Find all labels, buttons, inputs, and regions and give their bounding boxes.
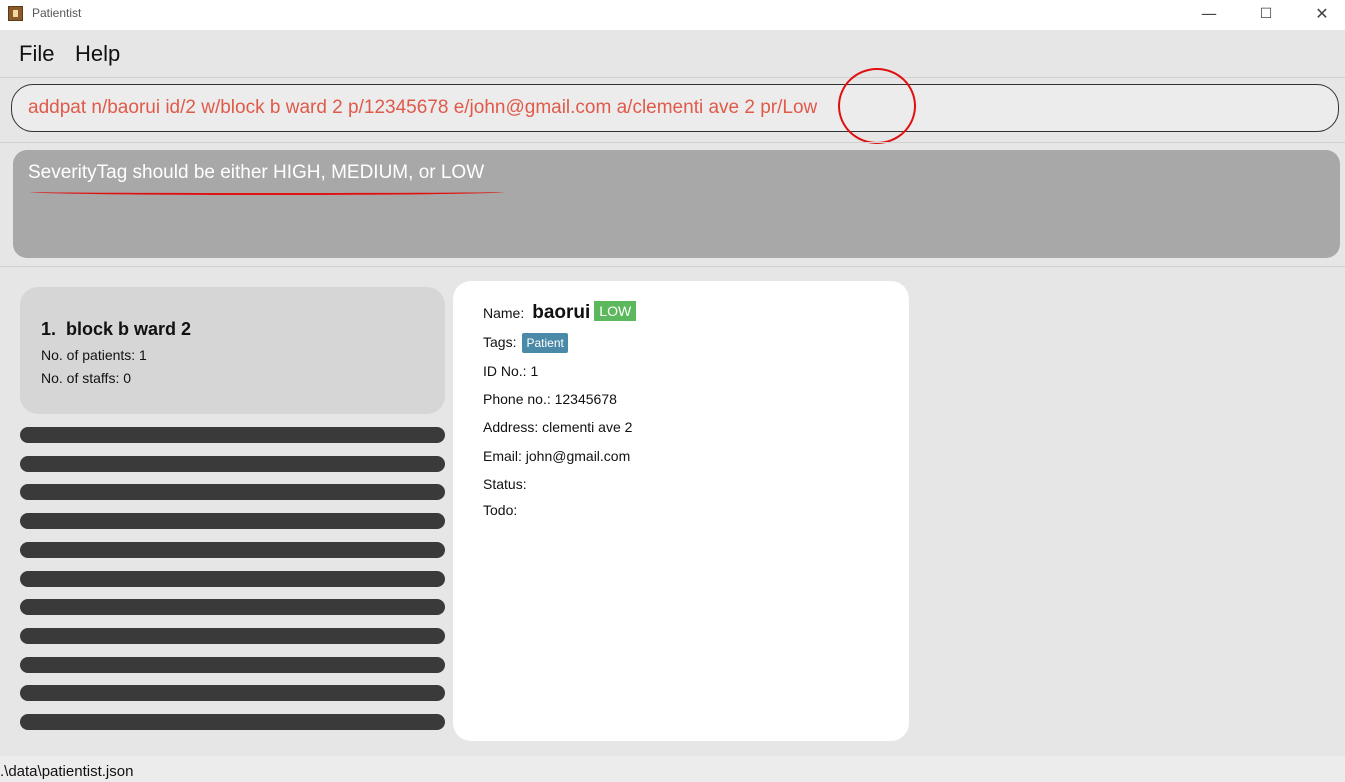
address-field: Address: clementi ave 2	[483, 419, 633, 435]
title-bar: Patientist — ☐ ✕	[0, 0, 1345, 30]
annotation-underline	[30, 189, 504, 195]
ward-card[interactable]: 1. block b ward 2 No. of patients: 1 No.…	[20, 287, 445, 414]
menu-bar: File Help	[0, 30, 1345, 78]
severity-badge: LOW	[594, 301, 637, 321]
list-placeholder-bar	[20, 628, 445, 644]
name-row: Name: baorui LOW	[483, 301, 637, 324]
list-placeholder-bar	[20, 571, 445, 587]
result-display: SeverityTag should be either HIGH, MEDIU…	[13, 150, 1340, 258]
save-file-path: .\data\patientist.json	[0, 763, 134, 780]
name-label: Name:	[483, 305, 525, 321]
ward-index: 1.	[41, 319, 57, 339]
annotation-circle	[838, 68, 916, 144]
command-text: addpat n/baorui id/2 w/block b ward 2 p/…	[28, 97, 818, 118]
ward-patients-count: No. of patients: 1	[41, 347, 147, 363]
list-placeholder-bar	[20, 427, 445, 443]
ward-staffs-count: No. of staffs: 0	[41, 370, 132, 386]
name-value: baorui	[532, 302, 591, 323]
app-icon	[8, 6, 23, 21]
list-placeholder-bar	[20, 714, 445, 730]
id-field: ID No.: 1	[483, 363, 539, 379]
ward-name: block b ward 2	[66, 319, 192, 339]
tags-label: Tags:	[483, 334, 517, 350]
list-placeholder-bar	[20, 456, 445, 472]
tags-row: Tags: Patient	[483, 333, 568, 353]
list-placeholder-bar	[20, 685, 445, 701]
email-field: Email: john@gmail.com	[483, 448, 631, 464]
command-divider	[0, 142, 1345, 143]
tag-badge: Patient	[522, 333, 568, 353]
list-placeholder-bar	[20, 599, 445, 615]
list-placeholder-bar	[20, 542, 445, 558]
status-field: Status:	[483, 476, 527, 492]
close-button[interactable]: ✕	[1299, 0, 1345, 30]
menu-divider	[0, 77, 1345, 78]
ward-title: 1. block b ward 2	[41, 319, 191, 340]
maximize-button[interactable]: ☐	[1243, 0, 1289, 30]
list-placeholder-bar	[20, 484, 445, 500]
command-input[interactable]: addpat n/baorui id/2 w/block b ward 2 p/…	[11, 84, 1339, 132]
minimize-button[interactable]: —	[1186, 0, 1232, 30]
menu-help[interactable]: Help	[75, 41, 120, 67]
window-title: Patientist	[32, 6, 82, 20]
phone-field: Phone no.: 12345678	[483, 391, 617, 407]
result-divider	[0, 266, 1345, 267]
list-placeholder-bar	[20, 657, 445, 673]
result-message: SeverityTag should be either HIGH, MEDIU…	[28, 162, 485, 183]
menu-file[interactable]: File	[19, 41, 54, 67]
todo-field: Todo:	[483, 502, 518, 518]
person-detail-card: Name: baorui LOW Tags: Patient ID No.: 1 Ph…	[453, 281, 909, 741]
status-bar: .\data\patientist.json	[0, 756, 1345, 782]
list-placeholder-bar	[20, 513, 445, 529]
